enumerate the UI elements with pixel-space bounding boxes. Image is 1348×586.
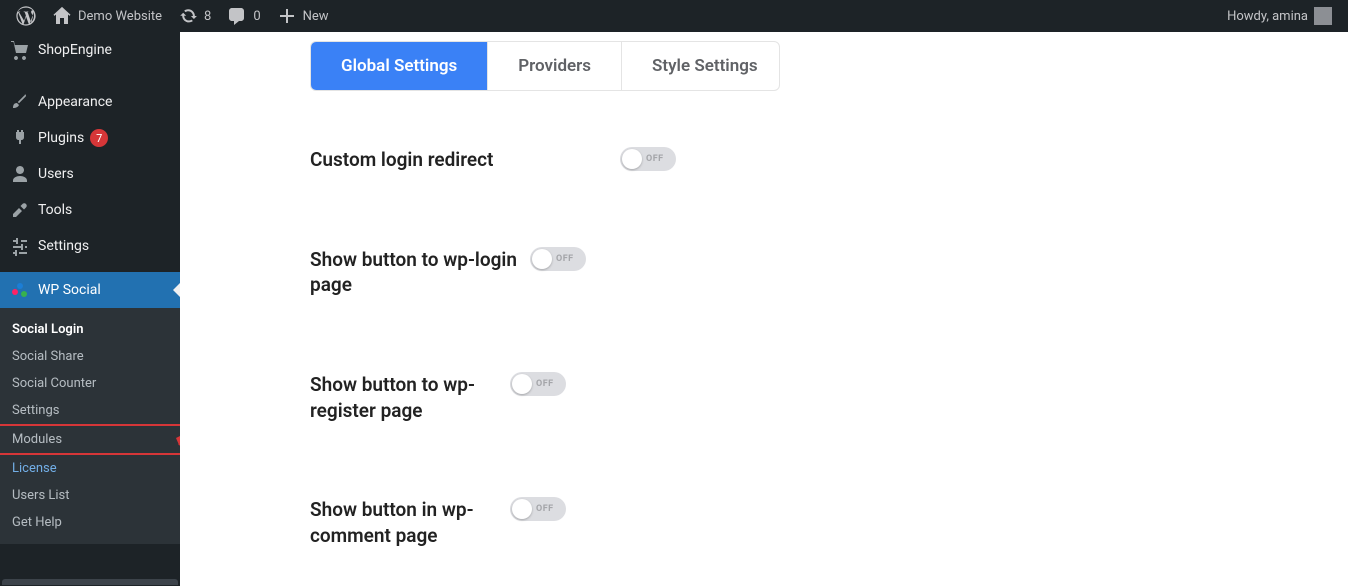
avatar — [1314, 7, 1332, 25]
submenu-license[interactable]: License — [0, 455, 180, 482]
updates[interactable]: 8 — [170, 0, 219, 32]
sidebar-item-users[interactable]: Users — [0, 156, 180, 192]
toggle-state: OFF — [536, 504, 554, 514]
new-content[interactable]: New — [269, 0, 337, 32]
setting-label: Show button to wp-register page — [310, 372, 510, 423]
toggle-knob — [622, 149, 642, 169]
tab-providers[interactable]: Providers — [487, 42, 621, 90]
sidebar-item-appearance[interactable]: Appearance — [0, 84, 180, 120]
submenu-social-share[interactable]: Social Share — [0, 343, 180, 370]
toggle-knob — [532, 249, 552, 269]
toggle-state: OFF — [556, 254, 574, 264]
toggle-state: OFF — [646, 154, 664, 164]
admin-sidebar: ShopEngine Appearance Plugins 7 Users To… — [0, 32, 180, 586]
sidebar-item-wp-social[interactable]: WP Social — [0, 272, 180, 308]
setting-wp-comment: Show button in wp-comment page OFF — [310, 497, 1348, 548]
tabs: Global Settings Providers Style Settings — [310, 41, 780, 91]
comment-icon — [227, 6, 247, 26]
new-label: New — [303, 9, 329, 24]
sidebar-item-label: Plugins — [38, 130, 84, 146]
toggle-wp-register[interactable]: OFF — [510, 372, 566, 396]
setting-wp-register: Show button to wp-register page OFF — [310, 372, 1348, 423]
submenu-get-help[interactable]: Get Help — [0, 509, 180, 536]
user-icon — [10, 164, 30, 184]
wrench-icon — [10, 200, 30, 220]
setting-label: Show button in wp-comment page — [310, 497, 510, 548]
site-name[interactable]: Demo Website — [44, 0, 170, 32]
update-icon — [178, 6, 198, 26]
setting-custom-login-redirect: Custom login redirect OFF — [310, 147, 1348, 173]
home-icon — [52, 6, 72, 26]
sidebar-item-label: WP Social — [38, 282, 101, 298]
sidebar-item-label: Users — [38, 166, 74, 182]
main-content: Global Settings Providers Style Settings… — [180, 32, 1348, 586]
tab-style-settings[interactable]: Style Settings — [621, 42, 780, 90]
sidebar-item-tools[interactable]: Tools — [0, 192, 180, 228]
sidebar-item-label: Tools — [38, 202, 72, 218]
collapse-menu[interactable] — [2, 579, 178, 585]
sidebar-item-label: Appearance — [38, 94, 112, 110]
sidebar-item-label: ShopEngine — [38, 42, 112, 58]
setting-label: Custom login redirect — [310, 147, 620, 173]
tab-global-settings[interactable]: Global Settings — [311, 42, 487, 90]
submenu-social-counter[interactable]: Social Counter — [0, 370, 180, 397]
toggle-wp-comment[interactable]: OFF — [510, 497, 566, 521]
brush-icon — [10, 92, 30, 112]
admin-bar: Demo Website 8 0 New Howdy, amina — [0, 0, 1348, 32]
social-icon — [10, 280, 30, 300]
toggle-knob — [512, 374, 532, 394]
sidebar-item-shopengine[interactable]: ShopEngine — [0, 32, 180, 68]
sidebar-item-label: Settings — [38, 238, 89, 254]
account[interactable]: Howdy, amina — [1219, 0, 1340, 32]
site-name-label: Demo Website — [78, 9, 162, 24]
submenu-modules[interactable]: Modules — [0, 424, 182, 455]
toggle-custom-login-redirect[interactable]: OFF — [620, 147, 676, 171]
submenu: Social Login Social Share Social Counter… — [0, 308, 180, 544]
cart-icon — [10, 40, 30, 60]
plug-icon — [10, 128, 30, 148]
comments[interactable]: 0 — [219, 0, 268, 32]
greeting: Howdy, amina — [1227, 9, 1308, 24]
updates-count: 8 — [204, 9, 211, 24]
sidebar-item-plugins[interactable]: Plugins 7 — [0, 120, 180, 156]
submenu-users-list[interactable]: Users List — [0, 482, 180, 509]
comments-count: 0 — [253, 9, 260, 24]
update-badge: 7 — [90, 129, 108, 147]
toggle-wp-login[interactable]: OFF — [530, 247, 586, 271]
toggle-knob — [512, 499, 532, 519]
submenu-settings[interactable]: Settings — [0, 397, 180, 424]
sliders-icon — [10, 236, 30, 256]
toggle-state: OFF — [536, 379, 554, 389]
wordpress-icon — [16, 6, 36, 26]
sidebar-item-settings[interactable]: Settings — [0, 228, 180, 264]
plus-icon — [277, 6, 297, 26]
setting-wp-login: Show button to wp-login page OFF — [310, 247, 1348, 298]
submenu-social-login[interactable]: Social Login — [0, 316, 180, 343]
setting-label: Show button to wp-login page — [310, 247, 530, 298]
wp-logo[interactable] — [8, 0, 44, 32]
